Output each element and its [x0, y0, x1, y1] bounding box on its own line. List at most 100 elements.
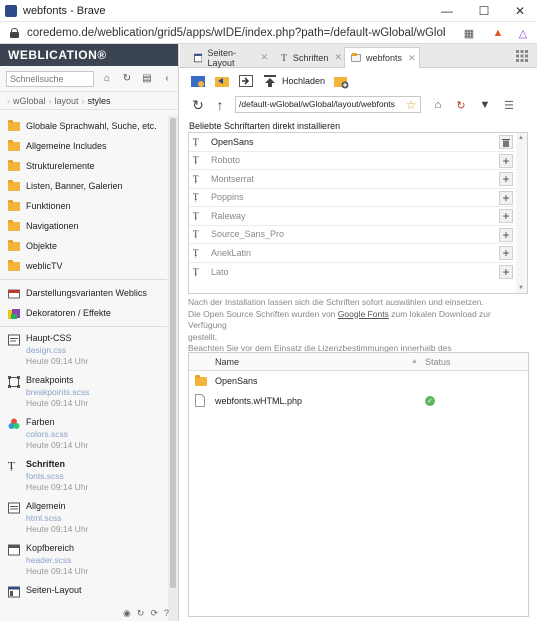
- tab-bar: Seiten-Layout ✕ T Schriften ✕ webfonts ✕: [180, 44, 537, 68]
- minimize-button[interactable]: —: [432, 2, 462, 20]
- path-input[interactable]: /default-wGlobal/wGlobal/layout/webfonts: [235, 96, 421, 113]
- folder-icon: [8, 259, 20, 271]
- colors-icon: [8, 418, 20, 429]
- address-bar[interactable]: coredemo.de/weblication/grid5/apps/wIDE/…: [0, 22, 537, 44]
- folder-icon: [8, 119, 20, 131]
- tab-seiten-layout[interactable]: Seiten-Layout ✕: [188, 47, 268, 68]
- url-text[interactable]: coredemo.de/weblication/grid5/apps/wIDE/…: [27, 27, 445, 39]
- install-font-button[interactable]: +: [499, 264, 513, 279]
- import-icon[interactable]: [238, 73, 254, 89]
- up-arrow-icon[interactable]: ↑: [212, 97, 228, 113]
- decorators-icon: [8, 308, 20, 319]
- brave-shield-icon[interactable]: ▲: [490, 26, 506, 40]
- google-fonts-link[interactable]: Google Fonts: [338, 309, 389, 319]
- column-status[interactable]: Status: [425, 357, 451, 367]
- new-folder-icon[interactable]: [333, 73, 349, 89]
- tab-close-icon[interactable]: ✕: [408, 53, 416, 64]
- window-title: webfonts - Brave: [23, 4, 106, 17]
- install-font-button[interactable]: +: [499, 172, 513, 186]
- upload-button[interactable]: Hochladen: [262, 73, 325, 89]
- header-icon: [8, 544, 20, 556]
- folder-icon: [351, 53, 361, 62]
- file-item-haupt-css[interactable]: Haupt-CSS design.css Heute 09:14 Uhr: [0, 330, 167, 372]
- grid-menu-icon[interactable]: [516, 50, 528, 62]
- install-font-button[interactable]: +: [499, 209, 513, 223]
- translate-icon[interactable]: ↻: [453, 97, 469, 113]
- divider: [0, 326, 167, 327]
- folder-item[interactable]: weblicTV: [0, 256, 167, 276]
- file-icon: [195, 394, 205, 407]
- qr-icon[interactable]: ▦: [461, 26, 477, 40]
- nav-item-decorators[interactable]: Dekoratoren / Effekte: [0, 303, 167, 323]
- install-font-button[interactable]: +: [499, 227, 513, 242]
- file-item-schriften[interactable]: Ṭ Schriften fonts.scss Heute 09:14 Uhr: [0, 456, 167, 498]
- file-item-farben[interactable]: Farben colors.scss Heute 09:14 Uhr: [0, 414, 167, 456]
- sync-icon[interactable]: ↻: [137, 608, 145, 619]
- filter-icon[interactable]: ▼: [477, 97, 493, 113]
- scroll-up-icon[interactable]: ▲: [518, 135, 524, 141]
- folder-item[interactable]: Listen, Banner, Galerien: [0, 176, 167, 196]
- maximize-button[interactable]: ☐: [469, 2, 499, 20]
- column-name[interactable]: Name: [215, 357, 239, 367]
- fonts-section-title: Beliebte Schriftarten direkt installiere…: [189, 121, 341, 131]
- tab-schriften[interactable]: T Schriften ✕: [274, 47, 342, 68]
- scroll-down-icon[interactable]: ▼: [518, 285, 524, 291]
- table-row[interactable]: OpenSans: [189, 371, 528, 391]
- collapse-icon[interactable]: ‹: [160, 72, 174, 86]
- list-view-icon[interactable]: ☰: [501, 97, 517, 113]
- font-icon: Ṭ: [193, 136, 199, 147]
- brave-rewards-icon[interactable]: △: [515, 26, 531, 40]
- breadcrumb: › wGlobal › layout › styles: [0, 92, 178, 110]
- font-icon: Ṭ: [193, 266, 199, 277]
- font-icon: Ṭ: [193, 210, 199, 221]
- font-list-scrollbar[interactable]: ▲ ▼: [516, 133, 527, 293]
- folder-item[interactable]: Funktionen: [0, 196, 167, 216]
- tab-close-icon[interactable]: ✕: [334, 52, 342, 63]
- folder-item[interactable]: Globale Sprachwahl, Suche, etc.: [0, 116, 167, 136]
- visibility-icon[interactable]: ◉: [123, 608, 131, 619]
- close-window-button[interactable]: ✕: [505, 2, 535, 20]
- nav-item-variants[interactable]: Darstellungsvarianten Weblics: [0, 283, 167, 303]
- quick-search-input[interactable]: [6, 70, 94, 87]
- tab-webfonts[interactable]: webfonts ✕: [344, 47, 420, 68]
- font-row: Ṭ Raleway +: [189, 207, 515, 226]
- favorite-star-icon[interactable]: ☆: [403, 97, 419, 113]
- home-icon[interactable]: ⌂: [100, 72, 114, 86]
- install-font-button[interactable]: +: [499, 153, 513, 168]
- file-table: Name ▲ Status OpenSans webfonts.wHTML.ph…: [188, 352, 529, 617]
- delete-font-button[interactable]: [499, 135, 513, 149]
- folder-icon[interactable]: ▤: [140, 72, 154, 86]
- breadcrumb-item-styles[interactable]: styles: [88, 96, 111, 106]
- tab-close-icon[interactable]: ✕: [260, 52, 268, 63]
- file-item-allgemein[interactable]: Allgemein html.scss Heute 09:14 Uhr: [0, 498, 167, 540]
- sort-asc-icon[interactable]: ▲: [411, 358, 418, 365]
- font-icon: Ṭ: [193, 229, 199, 240]
- layout-icon: [8, 586, 20, 598]
- divider: [0, 279, 167, 280]
- font-row: Ṭ Montserrat +: [189, 170, 515, 189]
- back-folder-icon[interactable]: [214, 73, 230, 89]
- font-icon: Ṭ: [193, 155, 199, 166]
- refresh-icon[interactable]: ⟳: [150, 608, 158, 619]
- file-item-kopfbereich[interactable]: Kopfbereich header.scss Heute 09:14 Uhr: [0, 540, 167, 582]
- reload-icon[interactable]: ↻: [190, 97, 206, 113]
- folder-item[interactable]: Allgemeine Includes: [0, 136, 167, 156]
- help-icon[interactable]: ?: [164, 608, 169, 618]
- file-item-breakpoints[interactable]: Breakpoints breakpoints.scss Heute 09:14 U…: [0, 372, 167, 414]
- install-font-button[interactable]: +: [499, 190, 513, 205]
- left-scrollbar-thumb[interactable]: [170, 118, 176, 588]
- file-item-seiten-layout[interactable]: Seiten-Layout: [0, 582, 167, 602]
- folder-item[interactable]: Objekte: [0, 236, 167, 256]
- install-font-button[interactable]: +: [499, 246, 513, 260]
- settings-icon[interactable]: [190, 73, 206, 89]
- home-icon[interactable]: ⌂: [430, 97, 446, 113]
- folder-item[interactable]: Navigationen: [0, 216, 167, 236]
- status-ok-icon: ✓: [425, 396, 435, 406]
- table-row[interactable]: webfonts.wHTML.php ✓: [189, 391, 528, 411]
- folder-item[interactable]: Strukturelemente: [0, 156, 167, 176]
- translate-icon[interactable]: ↻: [120, 72, 134, 86]
- font-icon: Ṭ: [193, 192, 199, 203]
- breadcrumb-item-layout[interactable]: layout: [55, 96, 79, 106]
- breadcrumb-item-wglobal[interactable]: wGlobal: [13, 96, 46, 106]
- font-icon: Ṭ: [8, 460, 15, 472]
